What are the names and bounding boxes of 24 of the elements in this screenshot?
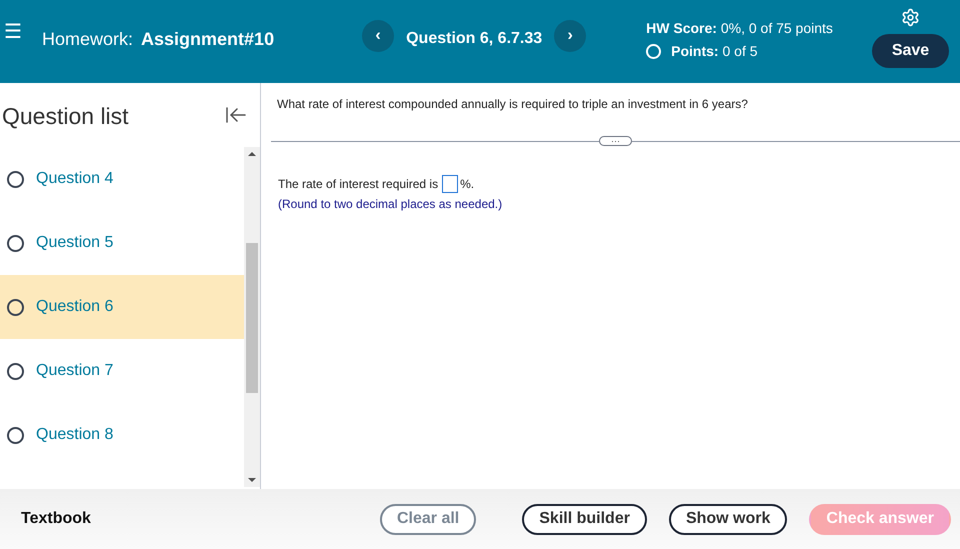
save-button[interactable]: Save xyxy=(872,34,949,68)
question-list-item[interactable]: Question 6 xyxy=(0,275,244,339)
footer-button[interactable]: Skill builder xyxy=(522,504,647,534)
hw-score-text: HW Score: 0%, 0 of 75 points xyxy=(646,19,833,38)
footer-button[interactable]: Show work xyxy=(668,504,788,534)
question-prompt: What rate of interest compounded annually is required to triple an investment in 6 years? xyxy=(277,96,749,113)
points-text: Points: 0 of 5 xyxy=(671,42,758,61)
previous-question-button[interactable]: ‹ xyxy=(362,20,394,52)
homework-label: Homework: xyxy=(42,28,134,51)
percent-sign: %. xyxy=(460,176,474,193)
scrollbar[interactable] xyxy=(244,147,260,487)
scroll-up-icon[interactable] xyxy=(248,152,256,156)
rounding-hint: (Round to two decimal places as needed.) xyxy=(278,196,504,213)
sidebar-title: Question list xyxy=(2,102,129,131)
settings-icon[interactable] xyxy=(901,8,920,27)
textbook-link[interactable]: Textbook xyxy=(21,507,91,531)
answer-sentence: The rate of interest required is xyxy=(278,176,438,193)
answer-field[interactable] xyxy=(442,175,458,193)
scroll-down-icon[interactable] xyxy=(248,478,256,482)
next-question-button[interactable]: › xyxy=(554,20,586,52)
expand-button[interactable]: ··· xyxy=(599,136,632,146)
menu-button[interactable]: ☰ xyxy=(4,22,22,42)
question-title: Question 6, 6.7.33 xyxy=(406,29,542,49)
assignment-title: Assignment#10 xyxy=(141,28,274,51)
